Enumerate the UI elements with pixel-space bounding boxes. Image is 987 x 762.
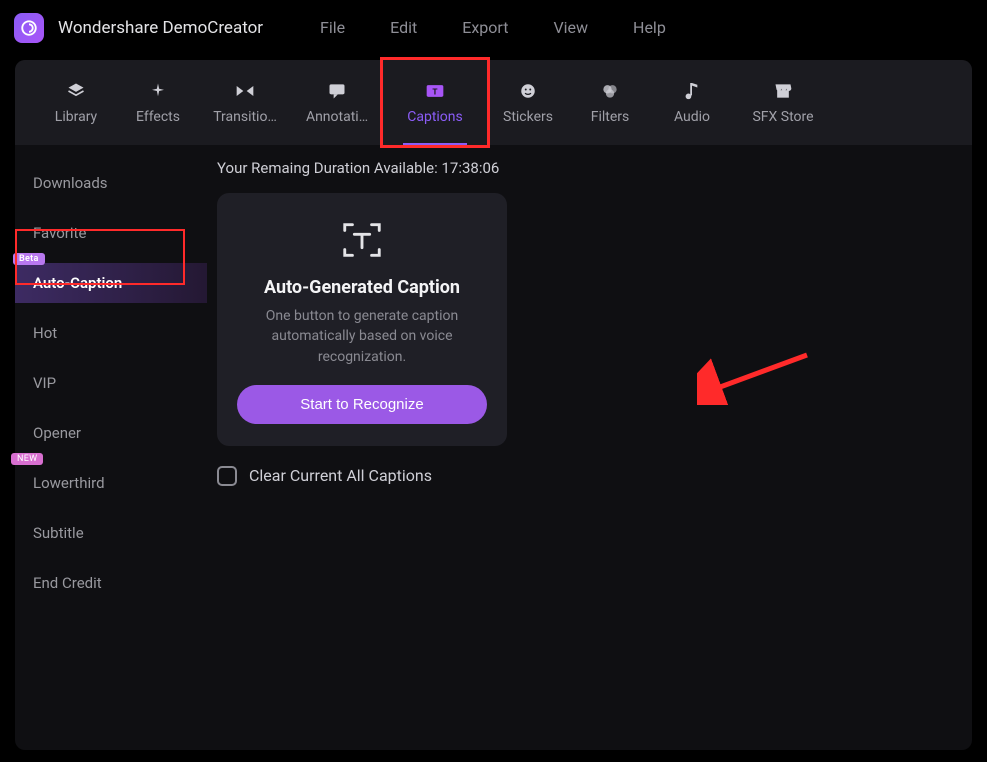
start-recognize-button[interactable]: Start to Recognize <box>237 385 487 424</box>
sidebar-item-auto-caption[interactable]: Beta Auto-Caption <box>15 263 207 303</box>
menu-bar: File Edit Export View Help <box>320 18 666 37</box>
content: Downloads Favorite Beta Auto-Caption Hot… <box>15 145 972 750</box>
tab-captions[interactable]: T Captions <box>383 60 487 145</box>
tab-audio[interactable]: Audio <box>651 60 733 145</box>
clear-captions-checkbox[interactable] <box>217 466 237 486</box>
store-icon <box>773 81 793 101</box>
tab-label: Annotati… <box>306 109 368 125</box>
sidebar-item-favorite[interactable]: Favorite <box>15 213 207 253</box>
svg-text:T: T <box>432 87 437 97</box>
speech-bubble-icon <box>327 81 347 101</box>
sidebar-item-subtitle[interactable]: Subtitle <box>15 513 207 553</box>
annotation-arrow <box>697 345 817 405</box>
tab-strip: Library Effects Transitio… Annotati… T C… <box>15 60 972 145</box>
app-logo-icon <box>14 13 44 43</box>
new-badge: NEW <box>11 453 43 465</box>
smiley-icon <box>519 81 537 101</box>
layers-icon <box>66 81 86 101</box>
sparkle-icon <box>149 81 167 101</box>
app-title: Wondershare DemoCreator <box>58 18 263 38</box>
menu-export[interactable]: Export <box>462 18 508 37</box>
menu-file[interactable]: File <box>320 18 345 37</box>
tab-label: SFX Store <box>752 109 813 125</box>
tab-label: Library <box>55 109 97 125</box>
tab-transitions[interactable]: Transitio… <box>199 60 291 145</box>
clear-captions-label: Clear Current All Captions <box>249 466 432 485</box>
sidebar-item-label: Lowerthird <box>33 474 105 492</box>
music-note-icon <box>684 81 700 101</box>
sidebar-item-hot[interactable]: Hot <box>15 313 207 353</box>
sidebar-item-opener[interactable]: Opener <box>15 413 207 453</box>
filter-icon <box>600 81 620 101</box>
titlebar: Wondershare DemoCreator File Edit Export… <box>0 0 987 55</box>
tab-label: Stickers <box>503 109 553 125</box>
bowtie-icon <box>235 81 255 101</box>
menu-help[interactable]: Help <box>633 18 666 37</box>
beta-badge: Beta <box>13 253 45 265</box>
tab-effects[interactable]: Effects <box>117 60 199 145</box>
sidebar-item-vip[interactable]: VIP <box>15 363 207 403</box>
card-title: Auto-Generated Caption <box>237 277 487 298</box>
menu-edit[interactable]: Edit <box>390 18 417 37</box>
remaining-duration-label: Your Remaing Duration Available: 17:38:0… <box>217 159 962 177</box>
clear-captions-row: Clear Current All Captions <box>217 466 962 486</box>
caption-icon: T <box>425 81 445 101</box>
workspace: Library Effects Transitio… Annotati… T C… <box>15 60 972 750</box>
sidebar-item-label: Auto-Caption <box>33 274 122 292</box>
tab-label: Captions <box>407 109 463 125</box>
main-panel: Your Remaing Duration Available: 17:38:0… <box>207 145 972 750</box>
tab-label: Effects <box>136 109 180 125</box>
tab-library[interactable]: Library <box>35 60 117 145</box>
sidebar-item-end-credit[interactable]: End Credit <box>15 563 207 603</box>
auto-caption-card: Auto-Generated Caption One button to gen… <box>217 193 507 446</box>
tab-sfx-store[interactable]: SFX Store <box>733 60 833 145</box>
text-scan-icon <box>339 217 385 263</box>
tab-label: Filters <box>591 109 630 125</box>
sidebar-item-downloads[interactable]: Downloads <box>15 163 207 203</box>
highlight-box <box>380 57 490 148</box>
tab-label: Audio <box>674 109 710 125</box>
tab-stickers[interactable]: Stickers <box>487 60 569 145</box>
menu-view[interactable]: View <box>553 18 588 37</box>
tab-annotations[interactable]: Annotati… <box>291 60 383 145</box>
tab-label: Transitio… <box>213 109 277 125</box>
card-description: One button to generate caption automatic… <box>237 306 487 367</box>
tab-filters[interactable]: Filters <box>569 60 651 145</box>
sidebar-item-lowerthird[interactable]: NEW Lowerthird <box>15 463 207 503</box>
sidebar: Downloads Favorite Beta Auto-Caption Hot… <box>15 145 207 750</box>
